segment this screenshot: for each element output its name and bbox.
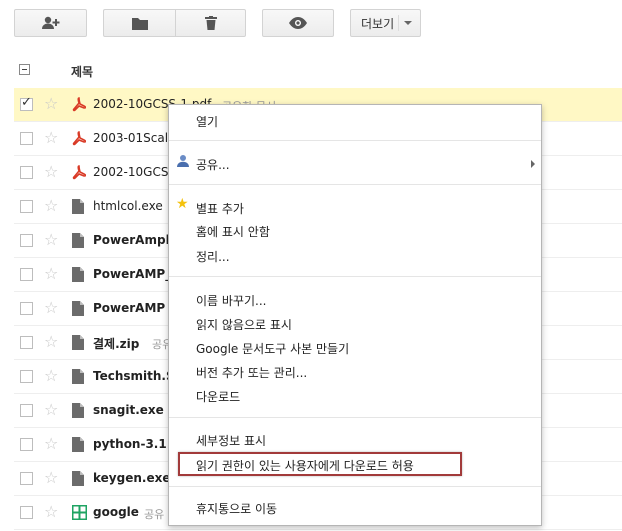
file-list-header: 제목 [14, 52, 620, 89]
menu-divider [169, 140, 541, 141]
shared-label: 공유 [144, 508, 165, 521]
star-icon[interactable]: ☆ [44, 129, 58, 147]
row-checkbox[interactable] [20, 506, 33, 519]
dropdown-divider [398, 15, 399, 31]
file-icon [72, 335, 86, 351]
file-icon [72, 199, 86, 215]
menu-item-rename[interactable]: 이름 바꾸기... [196, 292, 266, 309]
star-icon[interactable]: ☆ [44, 435, 58, 453]
star-icon[interactable]: ☆ [44, 401, 58, 419]
star-icon[interactable]: ☆ [44, 469, 58, 487]
file-name[interactable]: PowerAMP [93, 301, 165, 315]
file-name[interactable]: 결제.zip [93, 335, 139, 352]
more-actions-dropdown[interactable]: 더보기 [350, 9, 421, 37]
select-all-checkbox[interactable] [19, 64, 30, 75]
row-checkbox[interactable] [20, 404, 33, 417]
row-checkbox[interactable] [20, 336, 33, 349]
menu-divider [169, 184, 541, 185]
row-checkbox[interactable] [20, 166, 33, 179]
menu-item-manage-versions[interactable]: 버전 추가 또는 관리... [196, 364, 307, 381]
star-icon[interactable]: ☆ [44, 231, 58, 249]
menu-item-organize[interactable]: 정리... [196, 248, 230, 265]
menu-divider [169, 276, 541, 277]
menu-item-download[interactable]: 다운로드 [196, 388, 240, 405]
file-icon [72, 471, 86, 487]
file-icon [72, 369, 86, 385]
row-checkbox[interactable] [20, 370, 33, 383]
folder-icon [131, 17, 148, 30]
menu-item-share[interactable]: 공유... [196, 156, 230, 173]
row-checkbox[interactable] [20, 132, 33, 145]
toolbar: 더보기 [0, 0, 622, 50]
person-add-icon [41, 16, 59, 29]
chevron-down-icon [404, 21, 412, 25]
menu-item-open[interactable]: 열기 [196, 113, 218, 130]
star-icon[interactable]: ☆ [44, 197, 58, 215]
pdf-icon [72, 165, 87, 181]
row-checkbox[interactable] [20, 472, 33, 485]
menu-item-move-to-trash[interactable]: 휴지통으로 이동 [196, 500, 277, 517]
menu-item-allow-download[interactable]: 읽기 권한이 있는 사용자에게 다운로드 허용 [196, 457, 414, 474]
row-checkbox[interactable] [20, 438, 33, 451]
file-name[interactable]: 2002-10GCS [93, 165, 168, 179]
file-name[interactable]: snagit.exe [93, 403, 164, 417]
spreadsheet-icon [72, 505, 87, 521]
star-icon[interactable]: ☆ [44, 503, 58, 521]
eye-icon [289, 17, 307, 29]
move-to-folder-button[interactable] [103, 9, 175, 37]
file-icon [72, 403, 86, 419]
file-icon [72, 233, 86, 249]
star-icon: ★ [176, 196, 189, 212]
file-icon [72, 437, 86, 453]
row-checkbox[interactable] [20, 200, 33, 213]
file-name[interactable]: keygen.exe [93, 471, 170, 485]
file-name[interactable]: python-3.1.3 [93, 437, 180, 451]
row-checkbox[interactable] [20, 95, 33, 111]
menu-item-add-star[interactable]: 별표 추가 [196, 200, 244, 217]
menu-item-show-details[interactable]: 세부정보 표시 [196, 432, 266, 449]
delete-button[interactable] [175, 9, 246, 37]
row-checkbox[interactable] [20, 302, 33, 315]
file-name[interactable]: Techsmith.S [93, 369, 175, 383]
share-button[interactable] [14, 9, 87, 37]
menu-item-mark-unread[interactable]: 읽지 않음으로 표시 [196, 316, 292, 333]
star-icon[interactable]: ☆ [44, 265, 58, 283]
share-people-icon [177, 155, 189, 167]
more-actions-label: 더보기 [361, 16, 395, 31]
file-name[interactable]: htmlcol.exe [93, 199, 163, 213]
star-icon[interactable]: ☆ [44, 367, 58, 385]
file-name[interactable]: PowerAmpl [93, 233, 170, 247]
pdf-icon [72, 97, 87, 113]
menu-divider [169, 417, 541, 418]
file-name[interactable]: PowerAMP_ [93, 267, 171, 281]
star-icon[interactable]: ☆ [44, 333, 58, 351]
file-icon [72, 301, 86, 317]
pdf-icon [72, 131, 87, 147]
menu-item-make-copy[interactable]: Google 문서도구 사본 만들기 [196, 340, 349, 357]
row-checkbox[interactable] [20, 234, 33, 247]
submenu-arrow-icon [531, 160, 535, 168]
file-name[interactable]: google [93, 505, 139, 519]
row-checkbox[interactable] [20, 268, 33, 281]
title-column-header[interactable]: 제목 [71, 63, 93, 80]
file-icon [72, 267, 86, 283]
star-icon[interactable]: ☆ [44, 299, 58, 317]
context-menu: 열기 공유... ★ 별표 추가 홈에 표시 안함 정리... 이름 바꾸기..… [168, 104, 542, 526]
file-name[interactable]: 2003-01Scal [93, 131, 168, 145]
menu-divider [169, 486, 541, 487]
preview-button[interactable] [262, 9, 334, 37]
star-icon[interactable]: ☆ [44, 163, 58, 181]
trash-icon [204, 16, 217, 30]
menu-item-hide-home[interactable]: 홈에 표시 안함 [196, 223, 270, 240]
star-icon[interactable]: ☆ [44, 95, 58, 113]
